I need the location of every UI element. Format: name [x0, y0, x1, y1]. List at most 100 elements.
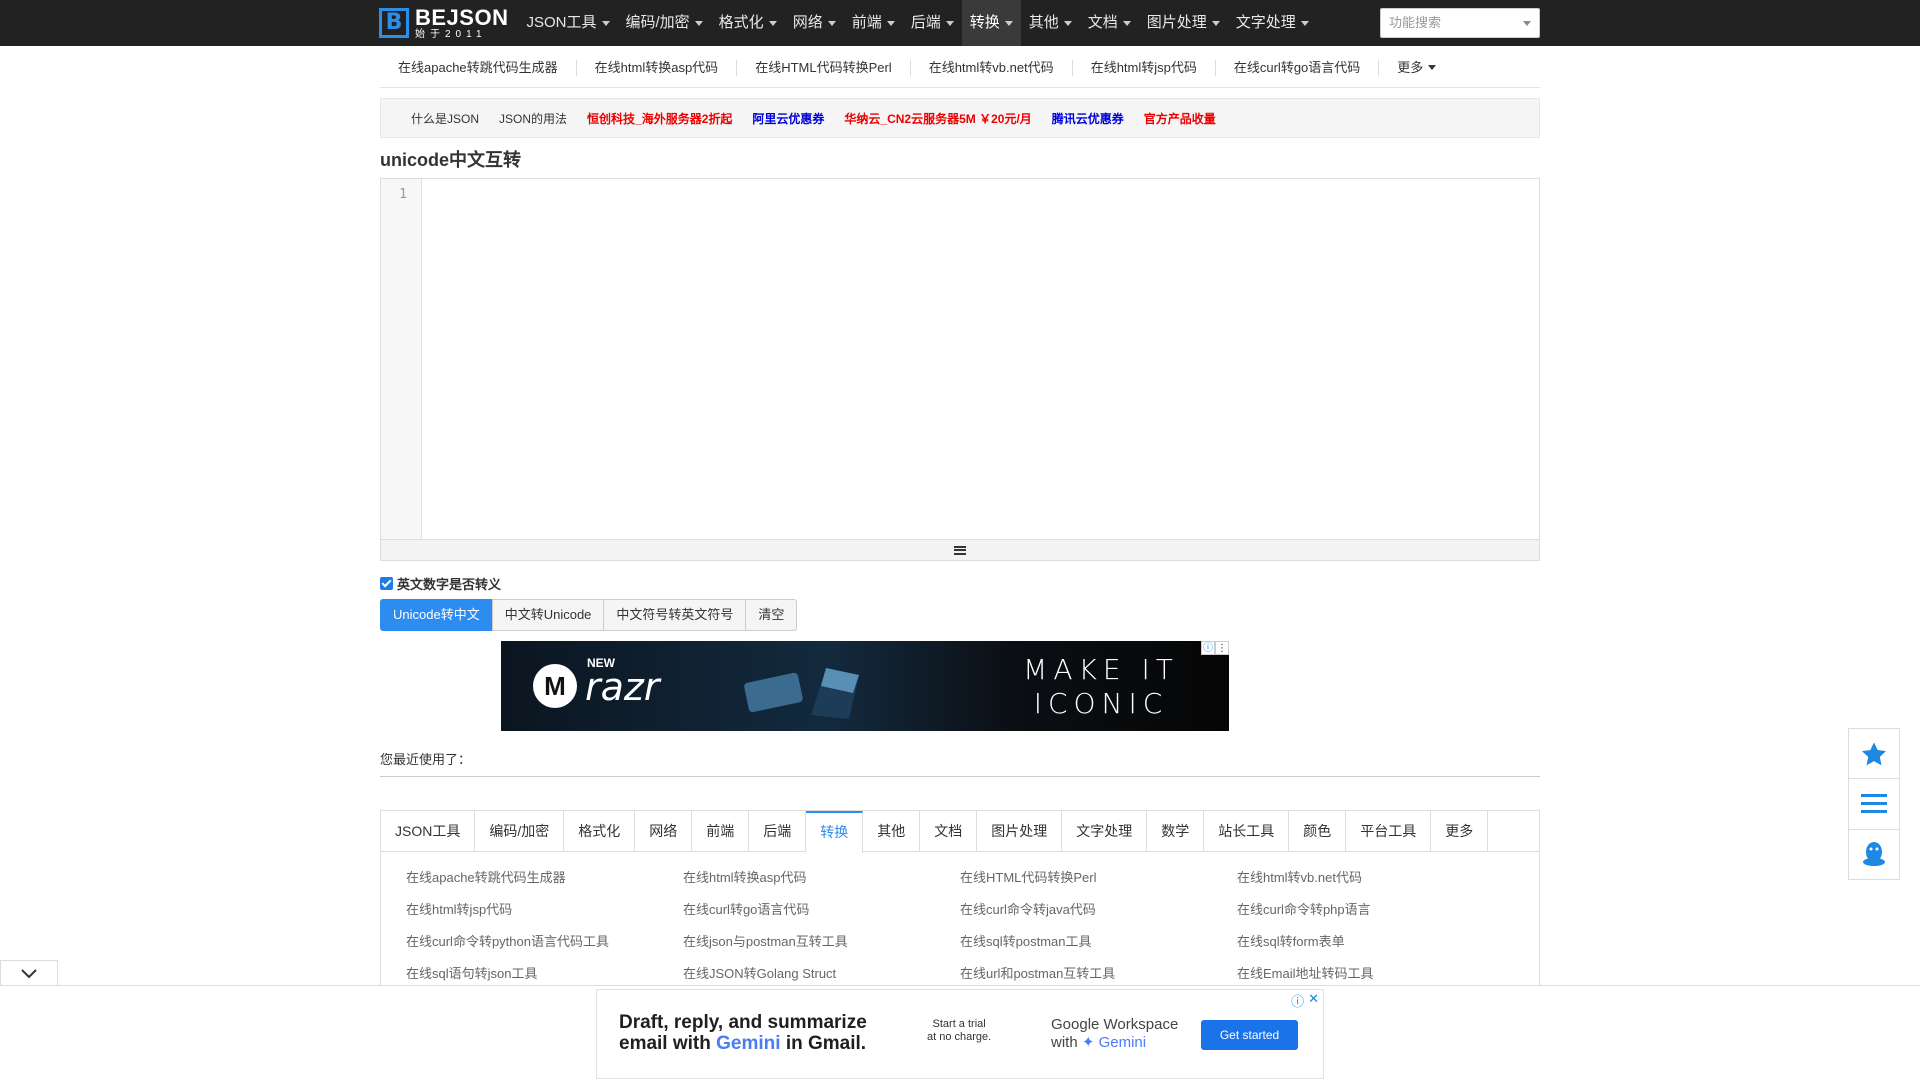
- nav-item-2[interactable]: 格式化: [711, 0, 785, 46]
- ad-menu-icon[interactable]: ⋮: [1215, 641, 1229, 655]
- clear-button[interactable]: 清空: [745, 599, 798, 631]
- promo-link-3[interactable]: 华纳云_CN2云服务器5M ￥20元/月: [844, 110, 1031, 127]
- qq-contact-button[interactable]: [1849, 830, 1899, 879]
- main-menu: JSON工具 编码/加密 格式化 网络 前端 后端 转换 其他 文档 图片处理 文字处理: [518, 0, 1316, 46]
- nav-item-0[interactable]: JSON工具: [518, 0, 617, 46]
- menu-button[interactable]: [1849, 779, 1899, 830]
- tool-link[interactable]: 在线sql转form表单: [1237, 926, 1514, 958]
- nav-item-label: 图片处理: [1146, 14, 1207, 31]
- unicode-to-chinese-button[interactable]: Unicode转中文: [380, 599, 493, 631]
- function-search-select[interactable]: 功能搜索: [1380, 8, 1540, 38]
- chinese-symbol-to-english-button[interactable]: 中文符号转英文符号: [603, 599, 747, 631]
- ad-brand: razr: [585, 665, 660, 709]
- editor-input[interactable]: [423, 179, 1539, 540]
- tab-6[interactable]: 转换: [806, 811, 864, 853]
- tool-link[interactable]: 在线curl命令转python语言代码工具: [406, 926, 683, 958]
- chinese-to-unicode-button[interactable]: 中文转Unicode: [491, 599, 605, 631]
- ad-info-icon[interactable]: ⓘ: [1291, 991, 1304, 1010]
- tab-0[interactable]: JSON工具: [381, 811, 476, 852]
- ad-slogan-line-1: MAKE IT: [1023, 653, 1179, 686]
- ad-banner-top[interactable]: NEW razr MAKE IT ICONIC ⓘ ⋮: [501, 641, 1229, 731]
- close-icon[interactable]: ✕: [1308, 991, 1319, 1010]
- promo-link-2[interactable]: 阿里云优惠券: [752, 110, 824, 127]
- ad-banner-bottom[interactable]: Draft, reply, and summarize email with G…: [596, 989, 1324, 1079]
- tab-4[interactable]: 前端: [692, 811, 750, 852]
- subnav-more-dropdown[interactable]: 更多: [1379, 60, 1454, 76]
- tab-3[interactable]: 网络: [635, 811, 693, 852]
- nav-item-8[interactable]: 文档: [1080, 0, 1139, 46]
- ad-workspace-brand: Google Workspace with ✦ Gemini: [1051, 1016, 1178, 1052]
- nav-item-label: 格式化: [718, 14, 764, 31]
- tool-link[interactable]: 在线curl命令转java代码: [960, 894, 1237, 926]
- caret-down-icon: [827, 20, 836, 26]
- escape-alnum-checkbox[interactable]: [380, 577, 393, 590]
- tab-7[interactable]: 其他: [863, 811, 921, 852]
- list-icon: [1861, 793, 1887, 813]
- ad-workspace-gemini: ✦ Gemini: [1081, 1034, 1147, 1051]
- nav-item-7[interactable]: 其他: [1021, 0, 1080, 46]
- category-tabs: JSON工具 编码/加密 格式化 网络 前端 后端 转换 其他 文档 图片处理 文字处理 数学 站长工具…: [381, 811, 1539, 853]
- ad-headline-post: in Gmail.: [780, 1033, 867, 1054]
- tab-9[interactable]: 图片处理: [977, 811, 1063, 852]
- nav-item-6[interactable]: 转换: [961, 0, 1021, 46]
- subnav-link[interactable]: 在线curl转go语言代码: [1216, 59, 1380, 76]
- tab-11[interactable]: 数学: [1147, 811, 1205, 852]
- json-usage-link[interactable]: JSON的用法: [499, 110, 567, 127]
- ad-trial-line-1: Start a trial: [932, 1018, 986, 1030]
- ad-slogan-line-2: ICONIC: [1033, 687, 1169, 720]
- tool-category-panel: JSON工具 编码/加密 格式化 网络 前端 后端 转换 其他 文档 图片处理 文字处理 数学 站长工具…: [380, 810, 1540, 985]
- sub-nav-links: 在线apache转跳代码生成器 在线html转换asp代码 在线HTML代码转换Pe…: [380, 48, 1540, 88]
- escape-alnum-label: 英文数字是否转义: [397, 577, 502, 592]
- nav-item-5[interactable]: 后端: [903, 0, 962, 46]
- tool-link[interactable]: 在线HTML代码转换Perl: [960, 862, 1237, 894]
- subnav-link[interactable]: 在线apache转跳代码生成器: [380, 59, 577, 76]
- tab-15[interactable]: 更多: [1431, 811, 1489, 852]
- recent-used-label: 您最近使用了：: [380, 752, 472, 767]
- tool-link[interactable]: 在线sql转postman工具: [960, 926, 1237, 958]
- line-number: 1: [399, 187, 407, 202]
- subnav-link[interactable]: 在线HTML代码转换Perl: [737, 59, 911, 76]
- promo-link-5[interactable]: 官方产品收量: [1144, 110, 1216, 127]
- editor-resize-handle[interactable]: [381, 539, 1539, 560]
- tab-2[interactable]: 格式化: [564, 811, 636, 852]
- tab-5[interactable]: 后端: [749, 811, 807, 852]
- ad-info-icon[interactable]: ⓘ: [1201, 641, 1215, 655]
- collapse-ad-toggle[interactable]: [0, 960, 58, 986]
- tool-link[interactable]: 在线html转jsp代码: [406, 894, 683, 926]
- what-is-json-link[interactable]: 什么是JSON: [411, 110, 479, 127]
- promo-link-4[interactable]: 腾讯云优惠券: [1052, 110, 1124, 127]
- subnav-link[interactable]: 在线html转换asp代码: [577, 59, 738, 76]
- subnav-link[interactable]: 在线html转vb.net代码: [911, 59, 1073, 76]
- tool-link[interactable]: 在线curl命令转php语言: [1237, 894, 1514, 926]
- tool-link[interactable]: 在线apache转跳代码生成器: [406, 862, 683, 894]
- caret-down-icon: [768, 20, 777, 26]
- tab-12[interactable]: 站长工具: [1204, 811, 1290, 852]
- nav-item-1[interactable]: 编码/加密: [618, 0, 711, 46]
- divider: [380, 776, 1540, 777]
- nav-item-10[interactable]: 文字处理: [1228, 0, 1317, 46]
- escape-alnum-option[interactable]: 英文数字是否转义: [380, 574, 501, 593]
- subnav-link[interactable]: 在线html转jsp代码: [1073, 59, 1216, 76]
- qq-icon: [1863, 842, 1885, 867]
- nav-item-9[interactable]: 图片处理: [1139, 0, 1228, 46]
- tool-link[interactable]: 在线html转换asp代码: [683, 862, 960, 894]
- tab-10[interactable]: 文字处理: [1062, 811, 1148, 852]
- logo-main-text: BEJSON: [415, 4, 509, 30]
- site-logo[interactable]: B BEJSON 始于2011: [379, 4, 509, 40]
- favorite-button[interactable]: [1849, 729, 1899, 780]
- promo-link-1[interactable]: 恒创科技_海外服务器2折起: [587, 110, 732, 127]
- logo-sub-text: 始于2011: [415, 28, 487, 40]
- get-started-button[interactable]: Get started: [1201, 1020, 1298, 1050]
- tab-14[interactable]: 平台工具: [1346, 811, 1432, 852]
- action-buttons: Unicode转中文 中文转Unicode 中文符号转英文符号 清空: [380, 599, 798, 631]
- nav-item-3[interactable]: 网络: [785, 0, 844, 46]
- tab-13[interactable]: 颜色: [1289, 811, 1347, 852]
- tab-1[interactable]: 编码/加密: [475, 811, 565, 852]
- ad-workspace-line-1: Google Workspace: [1051, 1016, 1179, 1033]
- nav-item-4[interactable]: 前端: [844, 0, 903, 46]
- tab-8[interactable]: 文档: [920, 811, 978, 852]
- nav-item-label: JSON工具: [526, 14, 597, 31]
- tool-link[interactable]: 在线curl转go语言代码: [683, 894, 960, 926]
- tool-link[interactable]: 在线json与postman互转工具: [683, 926, 960, 958]
- tool-link[interactable]: 在线html转vb.net代码: [1237, 862, 1514, 894]
